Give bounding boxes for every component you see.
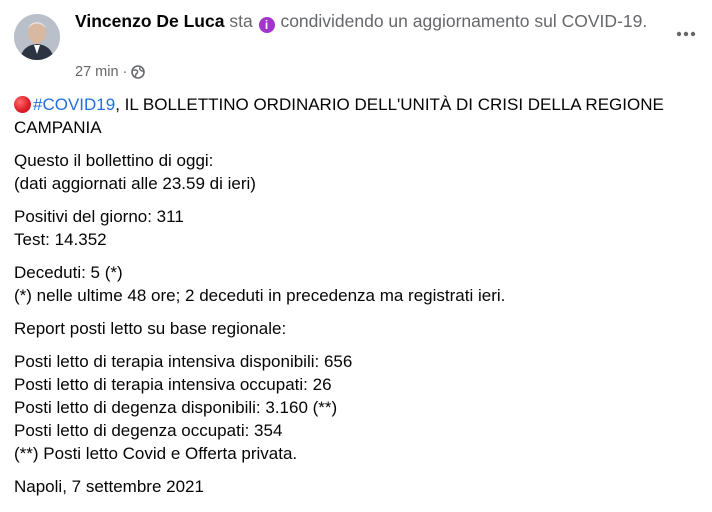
post-body: #COVID19, IL BOLLETTINO ORDINARIO DELL'U… — [14, 93, 694, 508]
bulletin-line: Posti letto di degenza disponibili: 3.16… — [14, 398, 338, 417]
bulletin-paragraph: Report posti letto su base regionale: — [14, 317, 694, 340]
bulletin-line: Napoli, 7 settembre 2021 — [14, 477, 204, 496]
headline: #COVID19, IL BOLLETTINO ORDINARIO DELL'U… — [14, 93, 694, 139]
bulletin-paragraph: Posti letto di terapia intensiva disponi… — [14, 350, 694, 465]
bulletin-line: Report posti letto su base regionale: — [14, 319, 287, 338]
post-meta: 27 min · — [75, 63, 146, 81]
more-options-icon — [676, 31, 696, 37]
author-name[interactable]: Vincenzo De Luca — [75, 11, 224, 31]
bulletin-line: Posti letto di terapia intensiva disponi… — [14, 352, 353, 371]
activity-text: condividendo un aggiornamento sul COVID-… — [280, 11, 648, 31]
bulletin-paragraph: Questo il bollettino di oggi: (dati aggio… — [14, 149, 694, 195]
activity-verb: sta — [229, 11, 253, 31]
post-header: Vincenzo De Luca sta i condividendo un a… — [75, 10, 660, 33]
bulletin-line: Deceduti: 5 (*) — [14, 263, 123, 282]
avatar[interactable] — [14, 14, 60, 60]
bulletin-line: (**) Posti letto Covid e Offerta privata… — [14, 444, 298, 463]
globe-icon[interactable] — [131, 65, 146, 79]
bulletin-line: (dati aggiornati alle 23.59 di ieri) — [14, 174, 256, 193]
avatar-image — [14, 14, 60, 60]
post-timestamp[interactable]: 27 min — [75, 63, 119, 81]
red-circle-emoji-icon — [14, 96, 31, 113]
bulletin-line: (*) nelle ultime 48 ore; 2 deceduti in p… — [14, 286, 506, 305]
post-card: Vincenzo De Luca sta i condividendo un a… — [0, 0, 712, 512]
bulletin-line: Test: 14.352 — [14, 230, 107, 249]
meta-separator: · — [122, 64, 128, 80]
bulletin-line: Questo il bollettino di oggi: — [14, 151, 214, 170]
bulletin-line: Posti letto di terapia intensiva occupat… — [14, 375, 332, 394]
bulletin-paragraph: Napoli, 7 settembre 2021 — [14, 475, 694, 498]
hashtag-link[interactable]: #COVID19 — [33, 95, 115, 114]
bulletin-paragraph: Deceduti: 5 (*) (*) nelle ultime 48 ore; … — [14, 261, 694, 307]
more-options-button[interactable] — [672, 20, 700, 48]
info-circle-icon: i — [258, 17, 275, 33]
bulletin-paragraphs: Questo il bollettino di oggi: (dati aggio… — [14, 149, 694, 498]
bulletin-line: Positivi del giorno: 311 — [14, 207, 184, 226]
bulletin-line: Posti letto di degenza occupati: 354 — [14, 421, 283, 440]
bulletin-paragraph: Positivi del giorno: 311 Test: 14.352 — [14, 205, 694, 251]
